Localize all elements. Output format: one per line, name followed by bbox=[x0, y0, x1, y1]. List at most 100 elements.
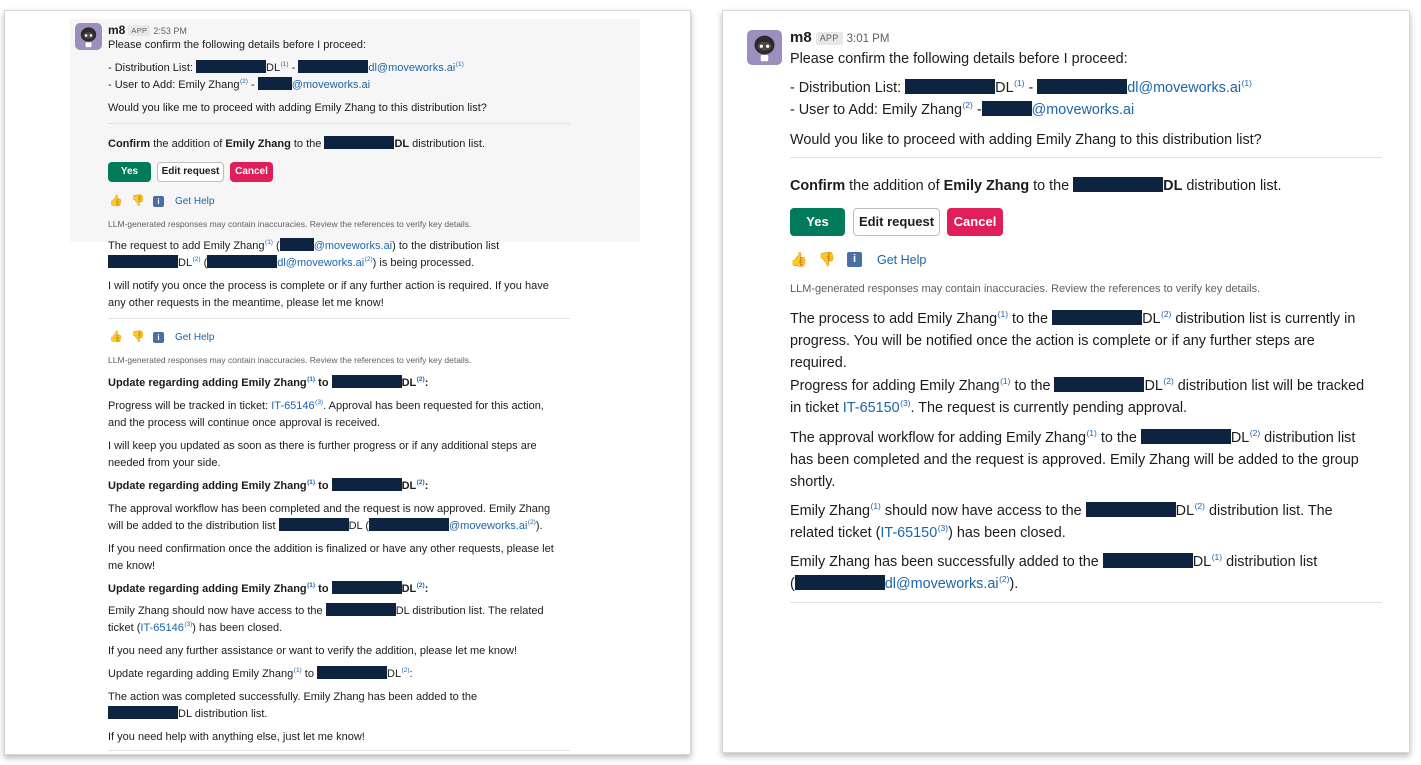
text-span: will be added to the distribution list bbox=[108, 520, 279, 532]
text-span: DL bbox=[394, 138, 410, 150]
access-line2: ticket (IT-65146(3)) has been closed. bbox=[108, 620, 282, 637]
get-help-link[interactable]: Get Help bbox=[175, 331, 214, 345]
reference-marker[interactable]: (2) bbox=[193, 256, 201, 263]
text-span: : bbox=[424, 583, 429, 595]
reference-marker[interactable]: (2) bbox=[417, 582, 425, 589]
divider bbox=[108, 123, 570, 124]
info-icon[interactable]: i bbox=[153, 332, 164, 343]
robot-avatar-icon[interactable] bbox=[747, 30, 782, 65]
reference-marker[interactable]: (3) bbox=[315, 399, 323, 406]
bot-name[interactable]: m8 bbox=[790, 29, 812, 46]
question-text: Would you like me to proceed with adding… bbox=[108, 102, 487, 114]
intro-text: Please confirm the following details bef… bbox=[108, 39, 367, 51]
text-span: Confirm bbox=[108, 138, 151, 150]
reference-marker[interactable]: (1) bbox=[307, 376, 315, 383]
thumbs-up-icon[interactable]: 👍 bbox=[790, 251, 807, 268]
thumbs-down-icon[interactable]: 👎 bbox=[131, 330, 145, 343]
reference-marker[interactable]: (2) bbox=[999, 574, 1009, 584]
text-span: to the bbox=[1029, 178, 1074, 194]
app-badge: APP bbox=[128, 25, 151, 36]
yes-button[interactable]: Yes bbox=[108, 162, 151, 182]
edit-request-button[interactable]: Edit request bbox=[853, 208, 940, 236]
reference-marker[interactable]: (2) bbox=[962, 100, 972, 110]
reference-marker[interactable]: (1) bbox=[870, 501, 880, 511]
reference-marker[interactable]: (3) bbox=[938, 523, 948, 533]
text-span: . Approval has been requested for this a… bbox=[323, 400, 544, 412]
access-line1: Emily Zhang should now have access to th… bbox=[108, 603, 544, 620]
reference-marker[interactable]: (2) bbox=[417, 479, 425, 486]
text-span: the addition of bbox=[845, 178, 944, 194]
reference-marker[interactable]: (2) bbox=[402, 667, 410, 674]
redaction bbox=[325, 603, 396, 616]
text-span: distribution list. bbox=[1182, 178, 1282, 194]
reference-marker[interactable]: (1) bbox=[1242, 78, 1252, 88]
text-span: - bbox=[1024, 80, 1038, 96]
text-span[interactable]: @moveworks.ai bbox=[449, 520, 527, 532]
robot-avatar-icon[interactable] bbox=[75, 23, 102, 50]
reference-marker[interactable]: (1) bbox=[1014, 78, 1024, 88]
text-span: to bbox=[315, 480, 332, 492]
text-span: should now have access to the bbox=[880, 503, 1086, 519]
reference-marker[interactable]: (1) bbox=[294, 667, 302, 674]
text-span: DL bbox=[401, 480, 417, 492]
yes-button[interactable]: Yes bbox=[790, 208, 845, 236]
ticket-link[interactable]: IT-65150 bbox=[880, 525, 937, 541]
thumbs-down-icon[interactable]: 👎 bbox=[131, 194, 145, 207]
cancel-button[interactable]: Cancel bbox=[947, 208, 1003, 236]
reference-marker[interactable]: (2) bbox=[240, 78, 248, 85]
user-email-link[interactable]: @moveworks.ai bbox=[1032, 102, 1135, 118]
text-span: The approval workflow for adding Emily Z… bbox=[790, 430, 1086, 446]
get-help-link[interactable]: Get Help bbox=[877, 251, 926, 269]
added-line2: (dl@moveworks.ai(2)). bbox=[790, 573, 1018, 595]
bot-name[interactable]: m8 bbox=[108, 23, 125, 37]
dl-email-link[interactable]: dl@moveworks.ai bbox=[1127, 80, 1241, 96]
reference-marker[interactable]: (2) bbox=[417, 376, 425, 383]
ticket-link[interactable]: IT-65150 bbox=[843, 400, 900, 416]
reference-marker[interactable]: (1) bbox=[265, 239, 273, 246]
dl-email-link[interactable]: dl@moveworks.ai bbox=[885, 576, 999, 592]
reference-marker[interactable]: (2) bbox=[1163, 376, 1173, 386]
timestamp[interactable]: 3:01 PM bbox=[847, 33, 890, 45]
redaction bbox=[108, 706, 178, 719]
reference-marker[interactable]: (1) bbox=[307, 479, 315, 486]
distribution-list-line: - Distribution List: DL(1) - dl@movework… bbox=[108, 60, 464, 77]
reference-marker[interactable]: (2) bbox=[1195, 501, 1205, 511]
reference-marker[interactable]: (1) bbox=[281, 61, 289, 68]
text-span: distribution list bbox=[1260, 430, 1356, 446]
reference-marker[interactable]: (2) bbox=[528, 519, 536, 526]
ticket-link[interactable]: IT-65146 bbox=[140, 622, 183, 634]
reference-marker[interactable]: (1) bbox=[998, 309, 1008, 319]
cancel-button[interactable]: Cancel bbox=[230, 162, 273, 182]
redaction bbox=[1052, 310, 1143, 325]
reference-marker[interactable]: (1) bbox=[307, 582, 315, 589]
user-email-link[interactable]: @moveworks.ai bbox=[292, 79, 370, 91]
timestamp[interactable]: 2:53 PM bbox=[153, 26, 187, 36]
reference-marker[interactable]: (2) bbox=[1161, 309, 1171, 319]
get-help-link[interactable]: Get Help bbox=[175, 195, 214, 209]
thumbs-down-icon[interactable]: 👎 bbox=[818, 251, 835, 268]
info-icon[interactable]: i bbox=[153, 196, 164, 207]
message-request-line1: The request to add Emily Zhang(1) (@move… bbox=[108, 238, 499, 255]
reference-marker[interactable]: (3) bbox=[900, 398, 910, 408]
text-span: - User to Add: Emily Zhang bbox=[108, 79, 240, 91]
thumbs-up-icon[interactable]: 👍 bbox=[109, 194, 123, 207]
redaction bbox=[298, 60, 369, 73]
text-span: DL bbox=[1163, 178, 1183, 194]
reference-marker[interactable]: (1) bbox=[456, 61, 464, 68]
text-span: DL bbox=[1175, 503, 1195, 519]
reference-marker[interactable]: (1) bbox=[1212, 552, 1222, 562]
message-header: m8 APP 3:01 PM bbox=[790, 27, 889, 50]
info-icon[interactable]: i bbox=[847, 252, 862, 267]
reference-marker[interactable]: (2) bbox=[365, 256, 373, 263]
text-span[interactable]: dl@moveworks.ai bbox=[277, 257, 364, 269]
edit-request-button[interactable]: Edit request bbox=[157, 162, 224, 182]
reference-marker[interactable]: (2) bbox=[1250, 428, 1260, 438]
text-span[interactable]: @moveworks.ai bbox=[314, 240, 392, 252]
text-span: DL bbox=[401, 583, 417, 595]
dl-email-link[interactable]: dl@moveworks.ai bbox=[368, 62, 455, 74]
update-heading: Update regarding adding Emily Zhang(1) t… bbox=[108, 478, 428, 495]
reference-marker[interactable]: (1) bbox=[1086, 428, 1096, 438]
reference-marker[interactable]: (1) bbox=[1000, 376, 1010, 386]
ticket-link[interactable]: IT-65146 bbox=[271, 400, 314, 412]
thumbs-up-icon[interactable]: 👍 bbox=[109, 330, 123, 343]
